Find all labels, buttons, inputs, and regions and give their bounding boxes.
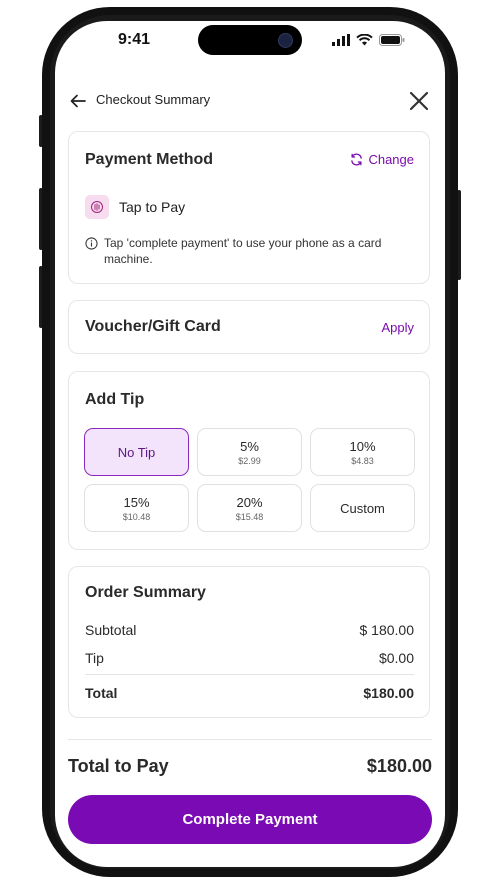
complete-payment-button[interactable]: Complete Payment <box>68 795 432 844</box>
tip-option-label: 20% <box>236 494 263 510</box>
tip-row: Tip $0.00 <box>85 650 414 666</box>
tip-option-20[interactable]: 20% $15.48 <box>197 484 302 532</box>
close-icon[interactable] <box>407 89 431 113</box>
signal-icon <box>332 34 350 46</box>
total-value: $180.00 <box>363 685 414 701</box>
voucher-title: Voucher/Gift Card <box>85 318 221 335</box>
subtotal-row: Subtotal $ 180.00 <box>85 622 414 638</box>
tip-option-10[interactable]: 10% $4.83 <box>310 428 415 476</box>
camera-icon <box>278 33 293 48</box>
payment-method-card: Payment Method Change Tap to Pay Tap 'co… <box>68 131 430 284</box>
tip-option-label: 15% <box>123 494 150 510</box>
total-to-pay-label: Total to Pay <box>68 756 169 776</box>
tip-option-amount: $15.48 <box>235 511 264 522</box>
order-summary-card: Order Summary Subtotal $ 180.00 Tip $0.0… <box>68 566 430 718</box>
info-row: Tap 'complete payment' to use your phone… <box>85 235 409 267</box>
tip-option-amount: $4.83 <box>351 455 374 466</box>
tip-option-amount: $10.48 <box>122 511 151 522</box>
tip-options: No Tip 5% $2.99 10% $4.83 15% $10.48 20%… <box>84 428 416 532</box>
info-text: Tap 'complete payment' to use your phone… <box>104 236 382 266</box>
tip-title: Add Tip <box>85 391 145 408</box>
tip-option-label: 5% <box>240 438 259 454</box>
payment-method-label: Tap to Pay <box>119 199 186 215</box>
screen: 9:41 Checkout Summary Payment Method Cha… <box>55 21 445 867</box>
total-divider <box>68 739 432 740</box>
summary-divider <box>85 674 414 675</box>
apply-voucher-button[interactable]: Apply <box>381 320 414 335</box>
total-to-pay: Total to Pay $180.00 <box>68 756 432 777</box>
tip-option-15[interactable]: 15% $10.48 <box>84 484 189 532</box>
dynamic-island <box>198 25 302 55</box>
total-row: Total $180.00 <box>85 685 414 701</box>
page-title: Checkout Summary <box>96 92 211 107</box>
status-time: 9:41 <box>118 31 151 48</box>
back-arrow-icon[interactable] <box>69 92 87 110</box>
tap-to-pay-row[interactable]: Tap to Pay <box>85 195 185 219</box>
tip-label: Tip <box>85 650 104 666</box>
tip-option-label: Custom <box>340 500 385 516</box>
wifi-icon <box>356 34 373 46</box>
total-to-pay-value: $180.00 <box>366 756 432 776</box>
payment-method-title: Payment Method <box>85 151 214 168</box>
refresh-icon <box>351 153 363 166</box>
battery-icon <box>379 34 405 46</box>
tip-option-custom[interactable]: Custom <box>310 484 415 532</box>
voucher-card[interactable]: Voucher/Gift Card Apply <box>68 300 430 354</box>
subtotal-value: $ 180.00 <box>359 622 415 638</box>
total-label: Total <box>85 685 118 701</box>
tip-option-label: No Tip <box>117 444 156 460</box>
change-payment-button[interactable]: Change <box>350 152 414 167</box>
tip-value: $0.00 <box>378 650 414 666</box>
order-summary-title: Order Summary <box>85 584 206 601</box>
tip-option-5[interactable]: 5% $2.99 <box>197 428 302 476</box>
info-icon <box>85 237 98 250</box>
tip-option-label: 10% <box>349 438 376 454</box>
tip-option-no-tip[interactable]: No Tip <box>84 428 189 476</box>
change-label: Change <box>368 152 414 167</box>
header: Checkout Summary <box>69 89 431 113</box>
contactless-icon <box>85 195 109 219</box>
tip-card: Add Tip No Tip 5% $2.99 10% $4.83 15% $1… <box>68 371 430 550</box>
subtotal-label: Subtotal <box>85 622 137 638</box>
status-icons <box>332 34 405 46</box>
tip-option-amount: $2.99 <box>238 455 261 466</box>
